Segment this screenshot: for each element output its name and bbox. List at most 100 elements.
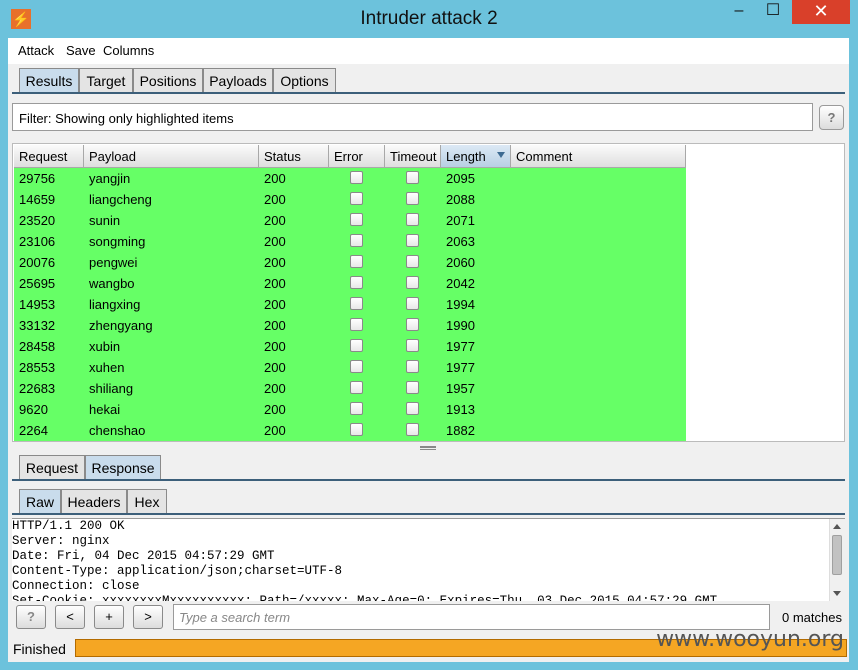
cell-payload: liangcheng bbox=[89, 192, 152, 207]
tab-options[interactable]: Options bbox=[273, 68, 336, 92]
results-table: Request Payload Status Error Timeout Len… bbox=[12, 143, 845, 442]
menu-save[interactable]: Save bbox=[66, 43, 96, 58]
tab-request[interactable]: Request bbox=[19, 455, 85, 479]
table-row[interactable]: 2264 chenshao 200 1882 bbox=[14, 420, 686, 441]
cell-length: 2060 bbox=[446, 255, 475, 270]
column-comment[interactable]: Comment bbox=[511, 145, 686, 168]
cell-request: 28458 bbox=[19, 339, 56, 354]
cell-status: 200 bbox=[264, 255, 286, 270]
table-header: Request Payload Status Error Timeout Len… bbox=[14, 145, 686, 168]
table-row[interactable]: 20076 pengwei 200 2060 bbox=[14, 252, 686, 273]
table-row[interactable]: 25695 wangbo 200 2042 bbox=[14, 273, 686, 294]
cell-request: 14953 bbox=[19, 297, 56, 312]
cell-status: 200 bbox=[264, 381, 286, 396]
scroll-up-icon[interactable] bbox=[833, 524, 841, 529]
cell-status: 200 bbox=[264, 402, 286, 417]
cell-status: 200 bbox=[264, 171, 286, 186]
column-error[interactable]: Error bbox=[329, 145, 385, 168]
column-timeout[interactable]: Timeout bbox=[385, 145, 441, 168]
timeout-checkbox bbox=[406, 339, 419, 352]
column-payload[interactable]: Payload bbox=[84, 145, 259, 168]
cell-length: 1977 bbox=[446, 360, 475, 375]
cell-payload: wangbo bbox=[89, 276, 135, 291]
cell-payload: xuhen bbox=[89, 360, 125, 375]
filter-bar[interactable]: Filter: Showing only highlighted items bbox=[12, 103, 813, 131]
column-length[interactable]: Length bbox=[441, 145, 511, 168]
timeout-checkbox bbox=[406, 423, 419, 436]
column-status[interactable]: Status bbox=[259, 145, 329, 168]
table-row[interactable]: 14659 liangcheng 200 2088 bbox=[14, 189, 686, 210]
table-row[interactable]: 29756 yangjin 200 2095 bbox=[14, 168, 686, 189]
cell-payload: songming bbox=[89, 234, 146, 249]
error-checkbox bbox=[350, 171, 363, 184]
tab-raw[interactable]: Raw bbox=[19, 489, 61, 513]
cell-length: 1990 bbox=[446, 318, 475, 333]
maximize-button[interactable]: ☐ bbox=[756, 0, 790, 24]
column-request[interactable]: Request bbox=[14, 145, 84, 168]
cell-payload: zhengyang bbox=[89, 318, 153, 333]
cell-payload: liangxing bbox=[89, 297, 141, 312]
search-prev-button[interactable]: < bbox=[55, 605, 85, 629]
menu-bar: Attack Save Columns bbox=[8, 38, 849, 64]
response-raw-text[interactable]: HTTP/1.1 200 OK Server: nginx Date: Fri,… bbox=[12, 519, 830, 601]
error-checkbox bbox=[350, 339, 363, 352]
status-text: Finished bbox=[13, 641, 66, 657]
scroll-thumb[interactable] bbox=[832, 535, 842, 575]
cell-request: 25695 bbox=[19, 276, 56, 291]
cell-status: 200 bbox=[264, 360, 286, 375]
cell-request: 23106 bbox=[19, 234, 56, 249]
cell-request: 29756 bbox=[19, 171, 56, 186]
cell-payload: xubin bbox=[89, 339, 121, 354]
cell-length: 2042 bbox=[446, 276, 475, 291]
table-row[interactable]: 28553 xuhen 200 1977 bbox=[14, 357, 686, 378]
table-row[interactable]: 14953 liangxing 200 1994 bbox=[14, 294, 686, 315]
search-help-button[interactable]: ? bbox=[16, 605, 46, 629]
cell-length: 1957 bbox=[446, 381, 475, 396]
main-tabs: Results Target Positions Payloads Option… bbox=[8, 65, 849, 95]
tab-response[interactable]: Response bbox=[85, 455, 161, 479]
tab-underline bbox=[12, 92, 845, 94]
cell-length: 1882 bbox=[446, 423, 475, 438]
cell-status: 200 bbox=[264, 276, 286, 291]
table-row[interactable]: 9620 hekai 200 1913 bbox=[14, 399, 686, 420]
timeout-checkbox bbox=[406, 276, 419, 289]
menu-columns[interactable]: Columns bbox=[103, 43, 154, 58]
minimize-button[interactable]: ‒ bbox=[722, 0, 756, 24]
tab-hex[interactable]: Hex bbox=[127, 489, 167, 513]
filter-help-button[interactable]: ? bbox=[819, 105, 844, 130]
timeout-checkbox bbox=[406, 171, 419, 184]
window-frame: Attack Save Columns Results Target Posit… bbox=[8, 38, 849, 662]
view-tabs: Raw Headers Hex bbox=[8, 486, 849, 516]
tab-headers[interactable]: Headers bbox=[61, 489, 127, 513]
cell-length: 2063 bbox=[446, 234, 475, 249]
timeout-checkbox bbox=[406, 192, 419, 205]
timeout-checkbox bbox=[406, 213, 419, 226]
response-scrollbar[interactable] bbox=[829, 519, 845, 601]
split-pane-handle[interactable] bbox=[420, 446, 436, 450]
tab-results[interactable]: Results bbox=[19, 68, 79, 92]
tab-positions[interactable]: Positions bbox=[133, 68, 203, 92]
cell-payload: hekai bbox=[89, 402, 121, 417]
tab-payloads[interactable]: Payloads bbox=[203, 68, 273, 92]
error-checkbox bbox=[350, 381, 363, 394]
table-row[interactable]: 33132 zhengyang 200 1990 bbox=[14, 315, 686, 336]
close-button[interactable]: ✕ bbox=[792, 0, 850, 24]
response-viewer[interactable]: HTTP/1.1 200 OK Server: nginx Date: Fri,… bbox=[12, 518, 845, 601]
menu-attack[interactable]: Attack bbox=[18, 43, 54, 58]
cell-request: 2264 bbox=[19, 423, 48, 438]
timeout-checkbox bbox=[406, 234, 419, 247]
table-row[interactable]: 28458 xubin 200 1977 bbox=[14, 336, 686, 357]
table-row[interactable]: 23106 songming 200 2063 bbox=[14, 231, 686, 252]
error-checkbox bbox=[350, 213, 363, 226]
scroll-down-icon[interactable] bbox=[833, 591, 841, 596]
timeout-checkbox bbox=[406, 360, 419, 373]
cell-payload: pengwei bbox=[89, 255, 138, 270]
table-row[interactable]: 23520 sunin 200 2071 bbox=[14, 210, 686, 231]
cell-status: 200 bbox=[264, 234, 286, 249]
cell-length: 1977 bbox=[446, 339, 475, 354]
table-row[interactable]: 22683 shiliang 200 1957 bbox=[14, 378, 686, 399]
cell-status: 200 bbox=[264, 297, 286, 312]
tab-target[interactable]: Target bbox=[79, 68, 133, 92]
search-next-button[interactable]: > bbox=[133, 605, 163, 629]
search-add-button[interactable]: + bbox=[94, 605, 124, 629]
